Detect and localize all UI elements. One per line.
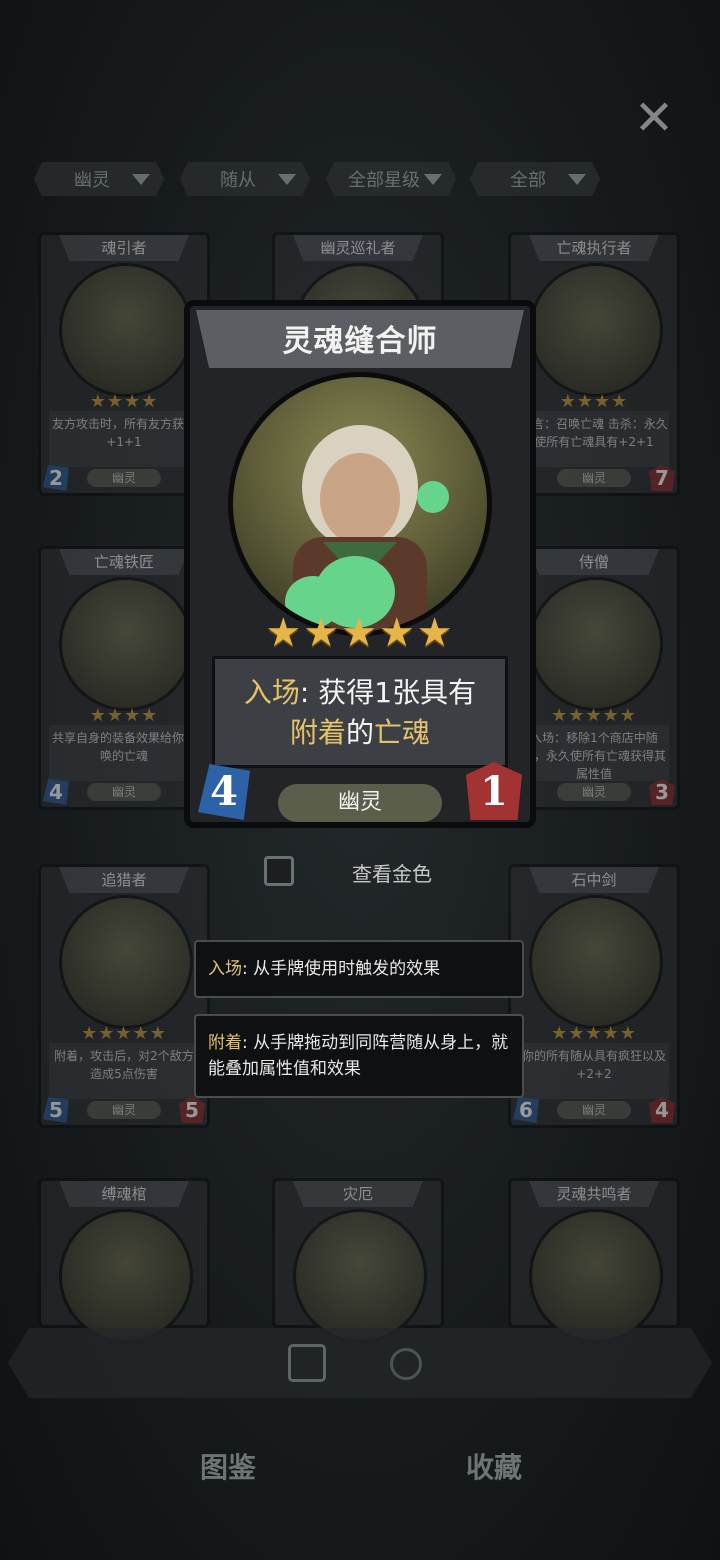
filter-all-label: 全部 (510, 170, 546, 191)
card-art (529, 895, 663, 1029)
filter-stars-label: 全部星级 (348, 170, 420, 191)
card-attack: 4 (649, 1097, 675, 1123)
card-race: 幽灵 (87, 469, 161, 487)
view-gold-checkbox[interactable] (264, 856, 294, 886)
card-attack: 7 (649, 465, 675, 491)
bottom-toolbar (8, 1328, 712, 1398)
card-race: 幽灵 (87, 1101, 161, 1119)
tooltip-text: : 从手牌使用时触发的效果 (242, 959, 441, 979)
collection-card[interactable]: 灾厄 (272, 1178, 444, 1343)
card-name: 侍僧 (529, 549, 659, 575)
card-name: 亡魂铁匠 (59, 549, 189, 575)
filter-race-label: 幽灵 (74, 170, 110, 191)
featured-card-descbox: 入场: 获得1张具有 附着的亡魂 (212, 656, 508, 768)
card-desc: 共享自身的装备效果给你召唤的亡魂 (49, 725, 199, 781)
card-name: 亡魂执行者 (529, 235, 659, 261)
cards-icon[interactable] (288, 1344, 326, 1382)
card-race: 幽灵 (557, 783, 631, 801)
card-desc: 友方攻击时，所有友方获得+1+1 (49, 411, 199, 467)
card-name: 灾厄 (293, 1181, 423, 1207)
filter-all[interactable]: 全部 (470, 162, 600, 196)
card-desc: 入场：移除1个商店中随从，永久使所有亡魂获得其属性值 (519, 725, 669, 781)
tooltip-battlecry: 入场: 从手牌使用时触发的效果 (194, 940, 524, 998)
card-art (59, 895, 193, 1029)
card-name: 追猎者 (59, 867, 189, 893)
filter-stars[interactable]: 全部星级 (326, 162, 456, 196)
card-art (59, 577, 193, 711)
card-stars: ★★★★★ (81, 1023, 167, 1044)
keyword-battlecry: 入场 (243, 676, 300, 709)
card-cost: 4 (43, 779, 69, 805)
card-name: 缚魂棺 (59, 1181, 189, 1207)
card-art (529, 577, 663, 711)
card-attack: 3 (649, 779, 675, 805)
card-race: 幽灵 (557, 1101, 631, 1119)
card-name: 石中剑 (529, 867, 659, 893)
chevron-down-icon (568, 174, 586, 185)
featured-card-art (228, 372, 492, 636)
tooltip-attach: 附着: 从手牌拖动到同阵营随从身上，就能叠加属性值和效果 (194, 1014, 524, 1098)
card-desc: 你的所有随从具有疯狂以及+2+2 (519, 1043, 669, 1099)
card-desc: 附着，攻击后，对2个敌方造成5点伤害 (49, 1043, 199, 1099)
character-portrait (285, 425, 449, 631)
featured-card-attack: 1 (466, 762, 522, 820)
featured-card-race: 幽灵 (278, 784, 442, 822)
tooltip-keyword: 附着 (208, 1033, 242, 1053)
filter-race[interactable]: 幽灵 (34, 162, 164, 196)
card-desc: 遗言：召唤亡魂 击杀：永久使所有亡魂具有+2+1 (519, 411, 669, 467)
collection-card[interactable]: 追猎者 ★★★★★ 附着，攻击后，对2个敌方造成5点伤害 5 5 幽灵 (38, 864, 210, 1128)
collection-card[interactable]: 缚魂棺 (38, 1178, 210, 1343)
card-race: 幽灵 (557, 469, 631, 487)
chevron-down-icon (278, 174, 296, 185)
collection-card[interactable]: 石中剑 ★★★★★ 你的所有随从具有疯狂以及+2+2 6 4 幽灵 (508, 864, 680, 1128)
card-art (59, 263, 193, 397)
featured-card-cost: 4 (198, 764, 250, 820)
card-name: 幽灵巡礼者 (293, 235, 423, 261)
tab-collection[interactable]: 收藏 (466, 1446, 522, 1486)
keyword-soul: 亡魂 (374, 716, 431, 749)
close-icon[interactable]: ✕ (628, 92, 680, 144)
featured-card-stars: ★★★★★ (265, 610, 455, 656)
card-stars: ★★★★ (89, 705, 159, 726)
filter-type[interactable]: 随从 (180, 162, 310, 196)
card-art (293, 1209, 427, 1343)
card-attack: 5 (179, 1097, 205, 1123)
hero-icon[interactable] (390, 1348, 422, 1380)
card-name: 灵魂共鸣者 (529, 1181, 659, 1207)
featured-card-name: 灵魂缝合师 (282, 324, 438, 359)
chevron-down-icon (424, 174, 442, 185)
chevron-down-icon (132, 174, 150, 185)
desc-text: 的 (345, 716, 374, 749)
view-gold-label: 查看金色 (352, 862, 432, 886)
keyword-attach: 附着 (289, 716, 346, 749)
featured-card: 灵魂缝合师 ★★★★★ 入场: 获得1张具有 附着的亡魂 4 幽灵 1 (184, 300, 536, 828)
card-cost: 6 (513, 1097, 539, 1123)
card-art (529, 263, 663, 397)
card-art (59, 1209, 193, 1343)
card-cost: 5 (43, 1097, 69, 1123)
card-cost: 2 (43, 465, 69, 491)
featured-card-desc: 入场: 获得1张具有 附着的亡魂 (215, 673, 505, 753)
card-race: 幽灵 (87, 783, 161, 801)
tooltip-text: : 从手牌拖动到同阵营随从身上，就能叠加属性值和效果 (208, 1033, 509, 1079)
filter-type-label: 随从 (220, 170, 256, 191)
card-name: 魂引者 (59, 235, 189, 261)
collection-card[interactable]: 灵魂共鸣者 (508, 1178, 680, 1343)
tooltip-keyword: 入场 (208, 959, 242, 979)
tab-codex[interactable]: 图鉴 (200, 1446, 256, 1486)
card-stars: ★★★★ (89, 391, 159, 412)
card-stars: ★★★★★ (551, 1023, 637, 1044)
desc-text: : 获得1张具有 (299, 676, 477, 709)
card-art (529, 1209, 663, 1343)
